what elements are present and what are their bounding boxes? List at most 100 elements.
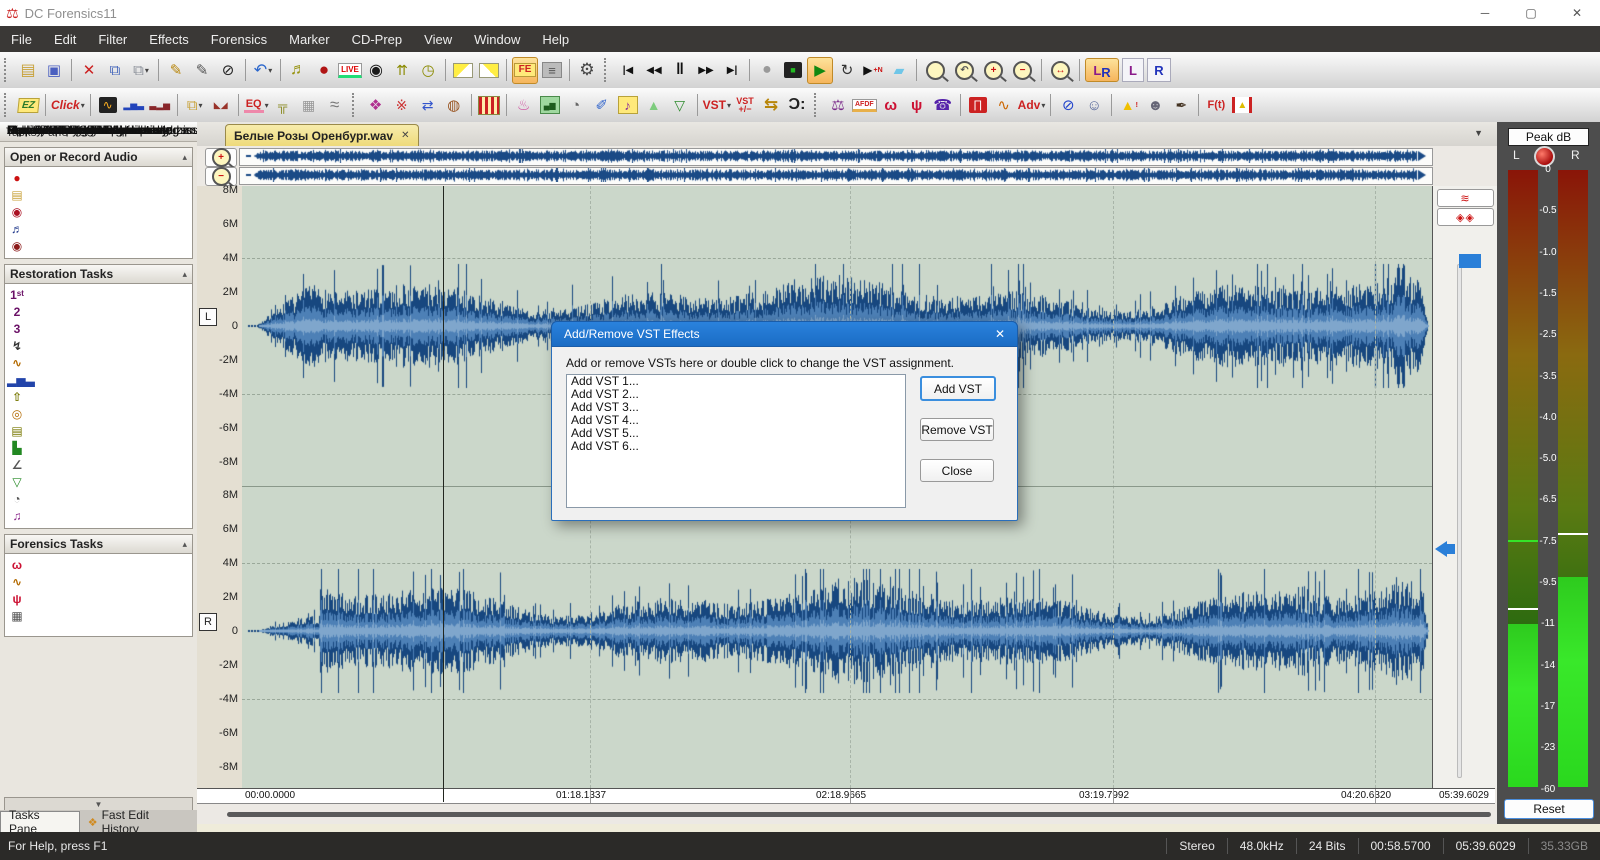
- ez-impulse-button[interactable]: EZ: [16, 93, 40, 118]
- task-item[interactable]: ↯Remove clicks and pops: [7, 338, 190, 355]
- task-item[interactable]: ▦De-muffle a recording: [7, 608, 190, 625]
- menu-edit[interactable]: Edit: [43, 26, 87, 52]
- pencil-icon[interactable]: ✎: [190, 58, 214, 83]
- channel-r-button[interactable]: R: [1147, 58, 1171, 83]
- dialog-title-bar[interactable]: Add/Remove VST Effects ✕: [551, 321, 1018, 347]
- track-spacing-icon[interactable]: ≡: [540, 58, 564, 83]
- interpolator-icon[interactable]: ⇄: [416, 93, 440, 118]
- toolbar-grip[interactable]: [4, 58, 11, 82]
- overview-strip-left[interactable]: [239, 148, 1433, 166]
- position-marker[interactable]: [1435, 541, 1455, 557]
- menu-cd-prep[interactable]: CD-Prep: [341, 26, 414, 52]
- whisper-amplify-icon[interactable]: ψ: [905, 93, 929, 118]
- marker-display-button[interactable]: ◈◈: [1437, 208, 1494, 226]
- vst-addremove-button[interactable]: VST+/−: [733, 93, 757, 118]
- task-item[interactable]: ◉Burn an Audio CD: [7, 238, 190, 255]
- remove-vst-button[interactable]: Remove VST: [920, 418, 994, 441]
- task-item[interactable]: ▤Equalize the track to your taste: [7, 423, 190, 440]
- add-vst-button[interactable]: Add VST: [920, 376, 996, 401]
- fast-edit-button[interactable]: FE: [512, 57, 538, 84]
- toolbar-grip[interactable]: [4, 93, 11, 117]
- record-icon[interactable]: ●: [755, 58, 779, 83]
- histogram-icon[interactable]: ▃▂▅: [148, 93, 172, 118]
- burn-cd-icon[interactable]: ◉: [364, 58, 388, 83]
- zoom-out-icon[interactable]: −: [1009, 58, 1036, 83]
- library-book-icon[interactable]: ◣◢: [209, 93, 233, 118]
- stamp-icon[interactable]: ✒: [1169, 93, 1193, 118]
- meter-reset-button[interactable]: Reset: [1504, 799, 1594, 819]
- zoom-previous-icon[interactable]: ↶: [951, 58, 978, 83]
- overview-zoom-in-button[interactable]: +: [205, 148, 237, 167]
- go-end-icon[interactable]: ▶|: [720, 58, 744, 83]
- toolbar-grip[interactable]: [814, 93, 821, 117]
- multifilter-icon[interactable]: ❖: [364, 93, 388, 118]
- timer-icon[interactable]: ◷: [416, 58, 440, 83]
- fade-in-icon[interactable]: [451, 58, 475, 83]
- play-icon[interactable]: ▶: [807, 57, 833, 84]
- channel-l-button[interactable]: L: [1121, 58, 1145, 83]
- record-puck-icon[interactable]: ●: [312, 58, 336, 83]
- event-marker-icon[interactable]: ▲: [1230, 93, 1254, 118]
- undo-icon[interactable]: ↶▾: [251, 58, 275, 83]
- task-item[interactable]: ▤Open an Audio File...: [7, 187, 190, 204]
- vertical-scrollbar-track[interactable]: [1457, 264, 1462, 778]
- spectrum-view-icon[interactable]: ∿: [96, 93, 120, 118]
- dynamics-icon[interactable]: ▄▆: [538, 93, 562, 118]
- mute-icon[interactable]: ⊘: [216, 58, 240, 83]
- task-item[interactable]: 2Step 2 for Record Restoration: [7, 304, 190, 321]
- close-dialog-button[interactable]: Close: [920, 459, 994, 482]
- task-item[interactable]: ∿Remove Background sounds: [7, 574, 190, 591]
- task-item[interactable]: ▙Modify the dynamics of a song: [7, 440, 190, 457]
- delete-icon[interactable]: ✕: [77, 58, 101, 83]
- mic-mute-icon[interactable]: ⊘: [1056, 93, 1080, 118]
- thumbnail-icon[interactable]: ▦: [297, 93, 321, 118]
- patchbay-icon[interactable]: ╦: [271, 93, 295, 118]
- afdf-button[interactable]: AFDF: [852, 93, 877, 118]
- minimize-button[interactable]: ─: [1462, 0, 1508, 26]
- wind-noise-icon[interactable]: ≈: [323, 93, 347, 118]
- task-item[interactable]: ◎Enhance the high frequencies: [7, 406, 190, 423]
- tab-tasks-pane[interactable]: Tasks Pane: [0, 811, 80, 832]
- paintbrush-icon[interactable]: ✐: [590, 93, 614, 118]
- menu-window[interactable]: Window: [463, 26, 531, 52]
- gain-up-icon[interactable]: ⇈: [390, 58, 414, 83]
- task-item[interactable]: ♬Open DC Tunes Music Library: [7, 221, 190, 238]
- task-item[interactable]: ●Record Audio...: [7, 170, 190, 187]
- zoom-range-icon[interactable]: ↔: [1047, 58, 1074, 83]
- channel-lr-button[interactable]: LR: [1085, 58, 1119, 82]
- menu-effects[interactable]: Effects: [138, 26, 200, 52]
- square-wave-icon[interactable]: ∏: [966, 93, 990, 118]
- pause-icon[interactable]: ‖: [668, 58, 692, 83]
- vst-button[interactable]: VST▾: [703, 93, 731, 118]
- phone-filter-icon[interactable]: ☎: [931, 93, 955, 118]
- save-icon[interactable]: ▣: [42, 58, 66, 83]
- advanced-button[interactable]: Adv▾: [1018, 93, 1046, 118]
- click-filter-button[interactable]: Click▾: [51, 93, 85, 118]
- menu-filter[interactable]: Filter: [87, 26, 138, 52]
- signature-display-button[interactable]: ≋: [1437, 189, 1494, 207]
- vertical-scrollbar-thumb[interactable]: [1459, 254, 1481, 268]
- eq-button[interactable]: EQ▾: [244, 93, 269, 118]
- horizontal-scrollbar[interactable]: [227, 812, 1491, 817]
- swap-channels-icon[interactable]: ⇆: [759, 93, 783, 118]
- stop-icon[interactable]: ■: [781, 58, 805, 83]
- task-item[interactable]: ▽Enhance Speech sounds having no sibilan…: [7, 474, 190, 491]
- fade-out-icon[interactable]: [477, 58, 501, 83]
- vst-list-item[interactable]: Add VST 6...: [567, 440, 905, 453]
- go-start-icon[interactable]: |◀: [616, 58, 640, 83]
- task-item[interactable]: ωMake voices clearer: [7, 557, 190, 574]
- task-item[interactable]: ∠Reduce wind noise: [7, 457, 190, 474]
- file-pages-icon[interactable]: ⧉▾: [183, 93, 207, 118]
- task-item[interactable]: 3Step 3 for Record Restoration: [7, 321, 190, 338]
- reverb-icon[interactable]: Ɔ:: [785, 93, 809, 118]
- voice-lips-icon[interactable]: ω: [879, 93, 903, 118]
- eraser-icon[interactable]: ▰: [887, 58, 911, 83]
- ft-button[interactable]: F(t): [1204, 93, 1228, 118]
- menu-forensics[interactable]: Forensics: [200, 26, 278, 52]
- vst-listbox[interactable]: Add VST 1...Add VST 2...Add VST 3...Add …: [566, 374, 906, 508]
- task-item[interactable]: ⇧Maximize the signal level: [7, 389, 190, 406]
- menu-file[interactable]: File: [0, 26, 43, 52]
- task-item[interactable]: ∿Remove background noise and hiss: [7, 355, 190, 372]
- zoom-in-cursor-icon[interactable]: +: [980, 58, 1007, 83]
- task-item[interactable]: ◔Correct the speed of a recording: [7, 491, 190, 508]
